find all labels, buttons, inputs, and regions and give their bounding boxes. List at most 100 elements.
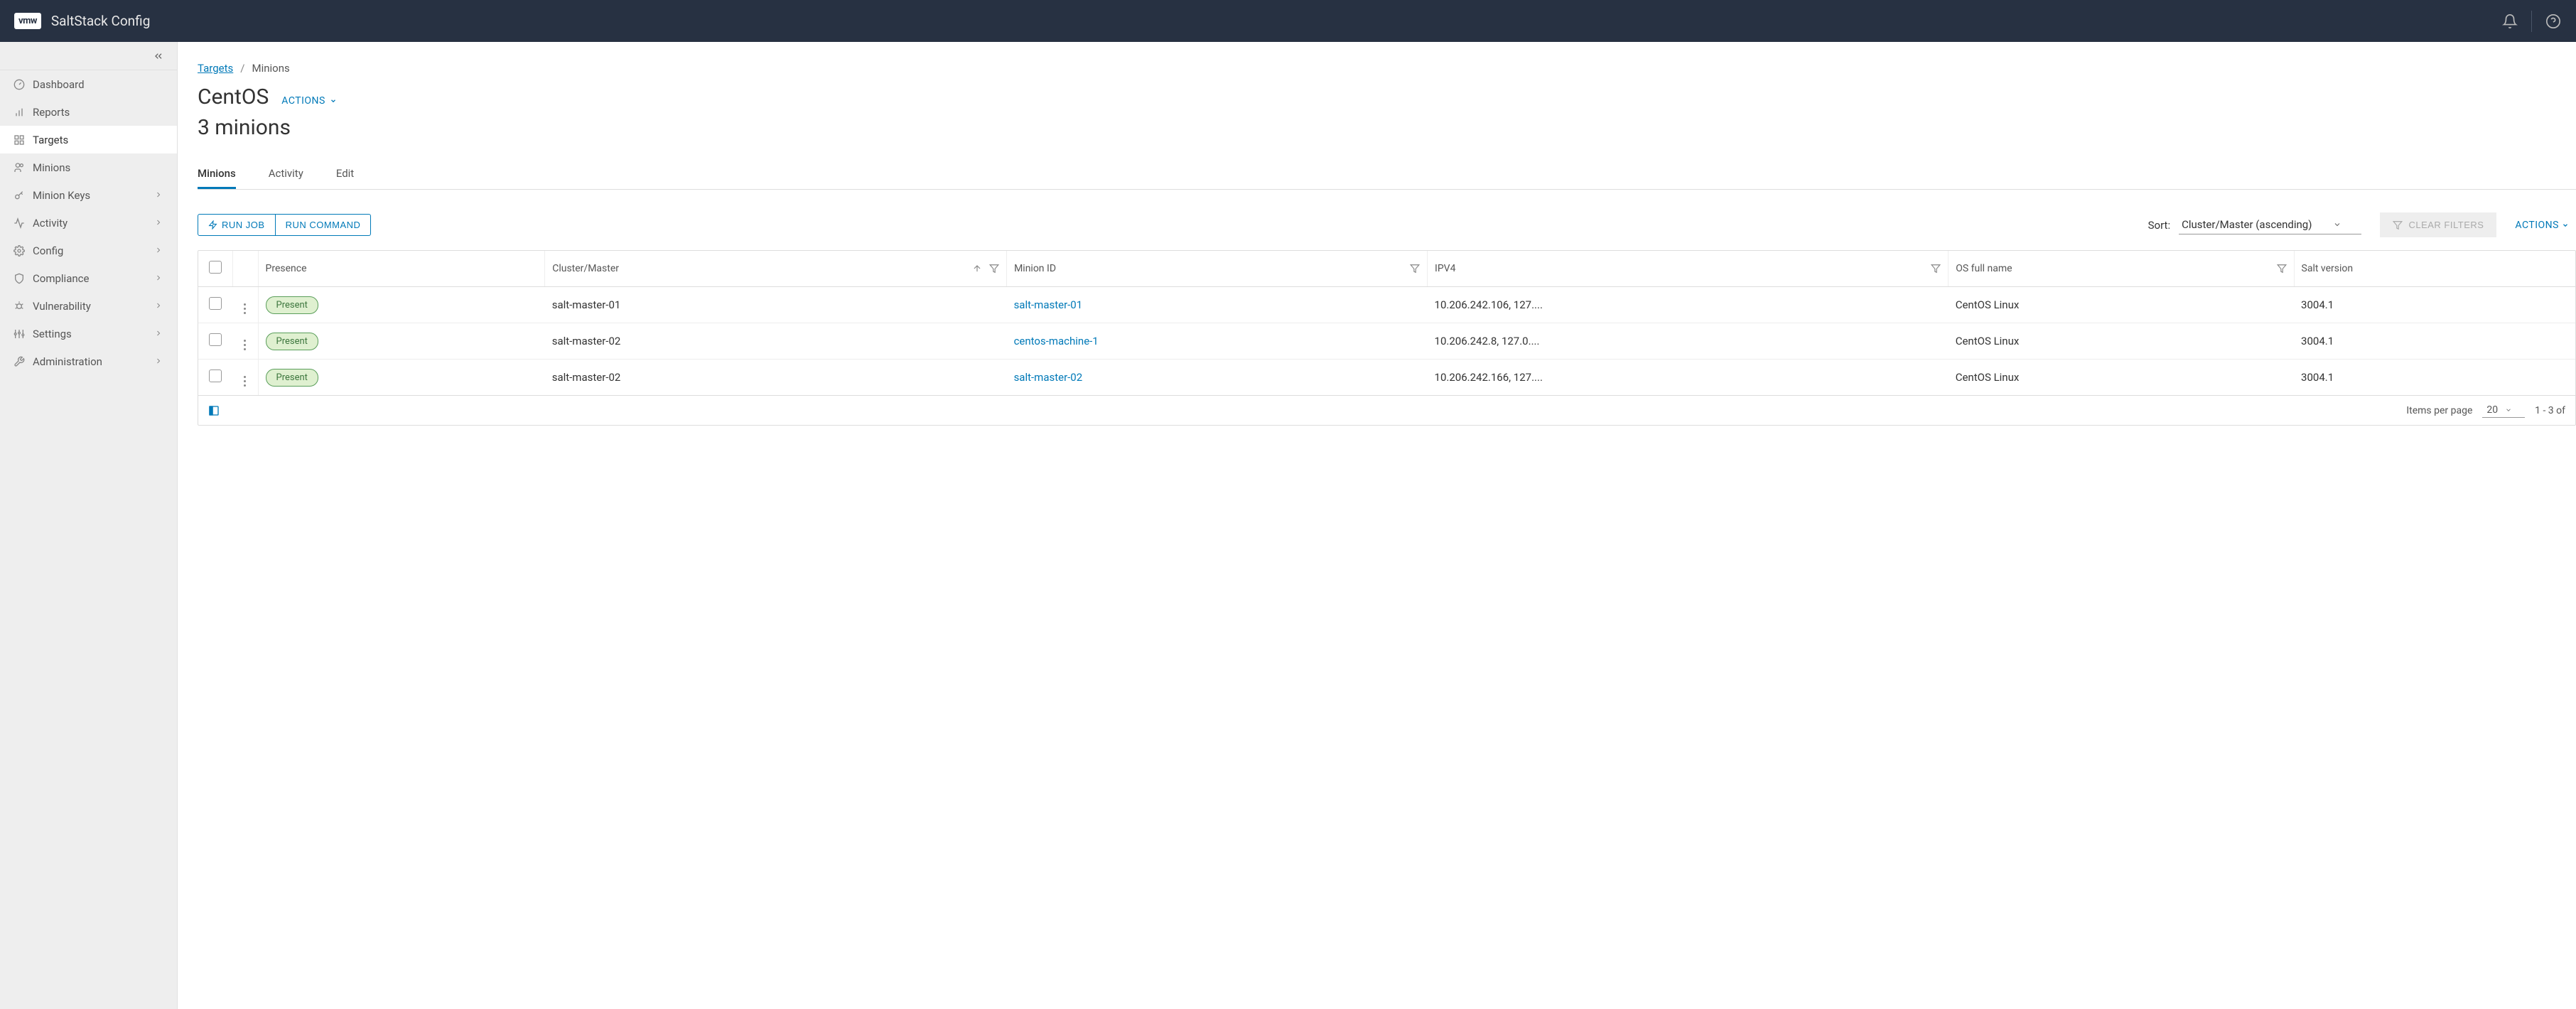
minions-table: Presence Cluster/Master bbox=[198, 250, 2576, 426]
select-all-checkbox[interactable] bbox=[209, 261, 222, 274]
help-icon[interactable] bbox=[2545, 13, 2562, 30]
run-command-label: RUN COMMAND bbox=[286, 220, 361, 230]
bar-chart-icon bbox=[13, 106, 26, 119]
sidebar-item-label: Activity bbox=[33, 217, 154, 230]
chevron-down-icon bbox=[2505, 406, 2512, 414]
sidebar-item-targets[interactable]: Targets bbox=[0, 126, 177, 153]
presence-header[interactable]: Presence bbox=[258, 251, 545, 287]
app-title: SaltStack Config bbox=[51, 13, 150, 29]
minion-id-header[interactable]: Minion ID bbox=[1007, 251, 1428, 287]
breadcrumb: Targets / Minions bbox=[198, 62, 2576, 75]
tab-activity[interactable]: Activity bbox=[269, 160, 303, 189]
items-per-page-select[interactable]: 20 bbox=[2482, 403, 2525, 418]
vmware-logo: vmw bbox=[14, 13, 41, 29]
run-job-label: RUN JOB bbox=[222, 220, 265, 230]
presence-badge: Present bbox=[266, 333, 318, 350]
cluster-cell: salt-master-02 bbox=[545, 360, 1007, 396]
chevron-right-icon bbox=[154, 357, 164, 367]
table-row: Presentsalt-master-02salt-master-0210.20… bbox=[198, 360, 2575, 396]
users-icon bbox=[13, 161, 26, 174]
cluster-cell: salt-master-01 bbox=[545, 287, 1007, 323]
tabs: Minions Activity Edit bbox=[198, 160, 2576, 190]
sidebar-item-label: Config bbox=[33, 244, 154, 257]
shield-icon bbox=[13, 272, 26, 285]
sidebar-item-minion-keys[interactable]: Minion Keys bbox=[0, 181, 177, 209]
run-job-button[interactable]: RUN JOB bbox=[198, 214, 276, 236]
wrench-icon bbox=[13, 355, 26, 368]
main-content: Targets / Minions CentOS ACTIONS 3 minio… bbox=[178, 42, 2576, 1009]
clear-filters-button[interactable]: CLEAR FILTERS bbox=[2380, 212, 2496, 237]
column-picker-icon[interactable] bbox=[208, 405, 220, 416]
gear-icon bbox=[13, 244, 26, 257]
sidebar-item-label: Targets bbox=[33, 134, 164, 146]
sidebar-item-label: Settings bbox=[33, 328, 154, 340]
os-header[interactable]: OS full name bbox=[1949, 251, 2294, 287]
minion-id-link[interactable]: centos-machine-1 bbox=[1014, 335, 1099, 347]
sidebar-item-dashboard[interactable]: Dashboard bbox=[0, 70, 177, 98]
page-title: CentOS bbox=[198, 85, 269, 109]
items-per-page-label: Items per page bbox=[2406, 405, 2472, 416]
sidebar-item-label: Reports bbox=[33, 106, 164, 119]
sidebar-item-reports[interactable]: Reports bbox=[0, 98, 177, 126]
page-actions-dropdown[interactable]: ACTIONS bbox=[281, 95, 337, 107]
minion-id-link[interactable]: salt-master-01 bbox=[1014, 298, 1083, 311]
row-menu-button[interactable] bbox=[244, 340, 246, 350]
filter-icon[interactable] bbox=[1410, 264, 1420, 274]
pagination-range: 1 - 3 of bbox=[2535, 405, 2565, 416]
notifications-icon[interactable] bbox=[2501, 13, 2518, 30]
row-menu-button[interactable] bbox=[244, 376, 246, 387]
filter-icon[interactable] bbox=[1931, 264, 1941, 274]
sort-ascending-icon bbox=[972, 264, 982, 274]
sliders-icon bbox=[13, 328, 26, 340]
sidebar-item-settings[interactable]: Settings bbox=[0, 320, 177, 347]
ipv4-cell: 10.206.242.106, 127.... bbox=[1428, 287, 1949, 323]
page-actions-label: ACTIONS bbox=[281, 95, 325, 107]
ipv4-header[interactable]: IPV4 bbox=[1428, 251, 1949, 287]
sidebar-item-activity[interactable]: Activity bbox=[0, 209, 177, 237]
sidebar-item-vulnerability[interactable]: Vulnerability bbox=[0, 292, 177, 320]
row-menu-button[interactable] bbox=[244, 303, 246, 314]
filter-icon[interactable] bbox=[2277, 264, 2287, 274]
sidebar-item-label: Vulnerability bbox=[33, 300, 154, 313]
chevron-down-icon bbox=[330, 97, 337, 104]
breadcrumb-root-link[interactable]: Targets bbox=[198, 62, 233, 75]
sidebar: Dashboard Reports Targets Minions Minion Key… bbox=[0, 42, 178, 1009]
table-footer: Items per page 20 1 - 3 of bbox=[198, 395, 2575, 425]
salt-version-header[interactable]: Salt version bbox=[2294, 251, 2575, 287]
run-command-button[interactable]: RUN COMMAND bbox=[276, 214, 372, 236]
row-checkbox[interactable] bbox=[209, 333, 222, 346]
row-checkbox[interactable] bbox=[209, 297, 222, 310]
toolbar: RUN JOB RUN COMMAND Sort: Cluster/Master… bbox=[198, 212, 2576, 237]
os-cell: CentOS Linux bbox=[1949, 360, 2294, 396]
top-bar: vmw SaltStack Config bbox=[0, 0, 2576, 42]
tab-minions[interactable]: Minions bbox=[198, 160, 236, 189]
sidebar-collapse-button[interactable] bbox=[0, 42, 177, 70]
filter-icon[interactable] bbox=[989, 264, 999, 274]
select-all-header bbox=[198, 251, 232, 287]
sort-select[interactable]: Cluster/Master (ascending) bbox=[2179, 215, 2361, 234]
chevron-right-icon bbox=[154, 190, 164, 200]
chevron-down-icon bbox=[2562, 222, 2569, 229]
tab-edit[interactable]: Edit bbox=[336, 160, 354, 189]
cluster-cell: salt-master-02 bbox=[545, 323, 1007, 360]
sidebar-item-label: Administration bbox=[33, 355, 154, 368]
sidebar-item-label: Compliance bbox=[33, 272, 154, 285]
sidebar-item-label: Dashboard bbox=[33, 78, 164, 91]
sidebar-item-administration[interactable]: Administration bbox=[0, 347, 177, 375]
subtitle: 3 minions bbox=[198, 115, 2576, 140]
sidebar-item-label: Minions bbox=[33, 161, 164, 174]
table-row: Presentsalt-master-02centos-machine-110.… bbox=[198, 323, 2575, 360]
filter-icon bbox=[2393, 220, 2403, 230]
sort-value: Cluster/Master (ascending) bbox=[2182, 218, 2312, 231]
minion-id-link[interactable]: salt-master-02 bbox=[1014, 371, 1083, 384]
sidebar-item-compliance[interactable]: Compliance bbox=[0, 264, 177, 292]
grid-icon bbox=[13, 134, 26, 146]
sidebar-item-minions[interactable]: Minions bbox=[0, 153, 177, 181]
menu-header bbox=[232, 251, 258, 287]
toolbar-actions-dropdown[interactable]: ACTIONS bbox=[2515, 220, 2569, 231]
salt-version-cell: 3004.1 bbox=[2294, 360, 2575, 396]
row-checkbox[interactable] bbox=[209, 369, 222, 382]
cluster-header[interactable]: Cluster/Master bbox=[545, 251, 1007, 287]
sidebar-item-config[interactable]: Config bbox=[0, 237, 177, 264]
bug-icon bbox=[13, 300, 26, 313]
